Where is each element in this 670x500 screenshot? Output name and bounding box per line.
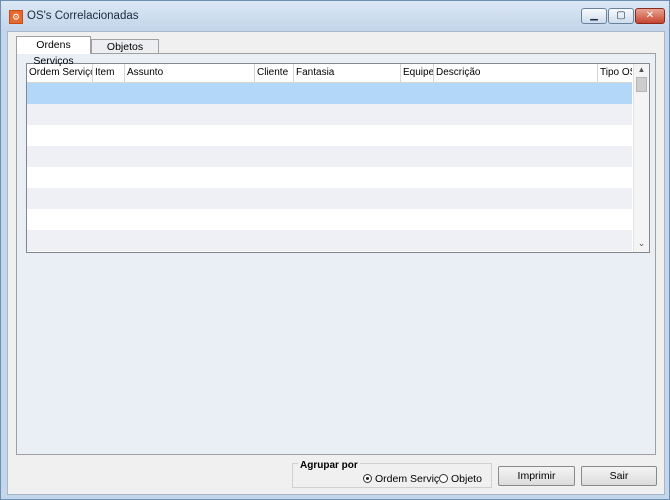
table-row[interactable] [27, 188, 632, 209]
column-header-item[interactable]: Item [93, 64, 125, 82]
radio-objeto[interactable]: Objeto [439, 473, 482, 487]
table-row[interactable] [27, 125, 632, 146]
minimize-button[interactable]: ▁ [581, 8, 607, 24]
print-button[interactable]: Imprimir [498, 466, 575, 486]
window-title: OS's Correlacionadas [27, 10, 139, 22]
scroll-thumb[interactable] [636, 77, 647, 92]
table-row[interactable] [27, 209, 632, 230]
table-row[interactable] [27, 146, 632, 167]
close-button[interactable]: ✕ [635, 8, 665, 24]
service-orders-grid[interactable]: Ordem Serviço Item Assunto Cliente Fanta… [26, 63, 650, 253]
column-header-fantasia[interactable]: Fantasia [294, 64, 401, 82]
radio-selected-icon[interactable] [363, 474, 372, 483]
maximize-button[interactable]: ▢ [608, 8, 634, 24]
scroll-up-icon[interactable]: ▲ [634, 64, 649, 76]
client-area: Ordens Serviços Objetos Ordem Serviço It… [7, 31, 665, 495]
tab-panel: Ordem Serviço Item Assunto Cliente Fanta… [16, 53, 656, 455]
column-header-tipo-os[interactable]: Tipo OS [598, 64, 632, 82]
radio-ordem-servico-label: Ordem Serviço [375, 473, 446, 485]
tab-objetos[interactable]: Objetos [91, 39, 159, 54]
table-row[interactable] [27, 83, 632, 104]
radio-unselected-icon[interactable] [439, 474, 448, 483]
column-header-descricao[interactable]: Descrição [434, 64, 598, 82]
column-header-equipe[interactable]: Equipe [401, 64, 434, 82]
grid-header: Ordem Serviço Item Assunto Cliente Fanta… [27, 64, 632, 83]
radio-ordem-servico[interactable]: Ordem Serviço [363, 473, 445, 487]
table-row[interactable] [27, 104, 632, 125]
grid-rows [27, 83, 632, 251]
title-bar[interactable]: ⚙ OS's Correlacionadas ▁ ▢ ✕ [1, 1, 669, 31]
scroll-down-icon[interactable]: ⌄ [634, 236, 649, 250]
column-header-assunto[interactable]: Assunto [125, 64, 255, 82]
group-by-legend: Agrupar por [298, 460, 360, 471]
table-row[interactable] [27, 230, 632, 251]
radio-objeto-label: Objeto [451, 473, 482, 485]
vertical-scrollbar[interactable]: ▲ ⌄ [633, 64, 649, 252]
app-logo-icon[interactable]: ⚙ [9, 10, 23, 24]
column-header-cliente[interactable]: Cliente [255, 64, 294, 82]
exit-button[interactable]: Sair [581, 466, 657, 486]
application-window: ⚙ OS's Correlacionadas ▁ ▢ ✕ Ordens Serv… [0, 0, 670, 500]
tab-ordens-servicos[interactable]: Ordens Serviços [16, 36, 91, 67]
group-by-box: Agrupar por Ordem Serviço Objeto [292, 460, 492, 488]
table-row[interactable] [27, 167, 632, 188]
